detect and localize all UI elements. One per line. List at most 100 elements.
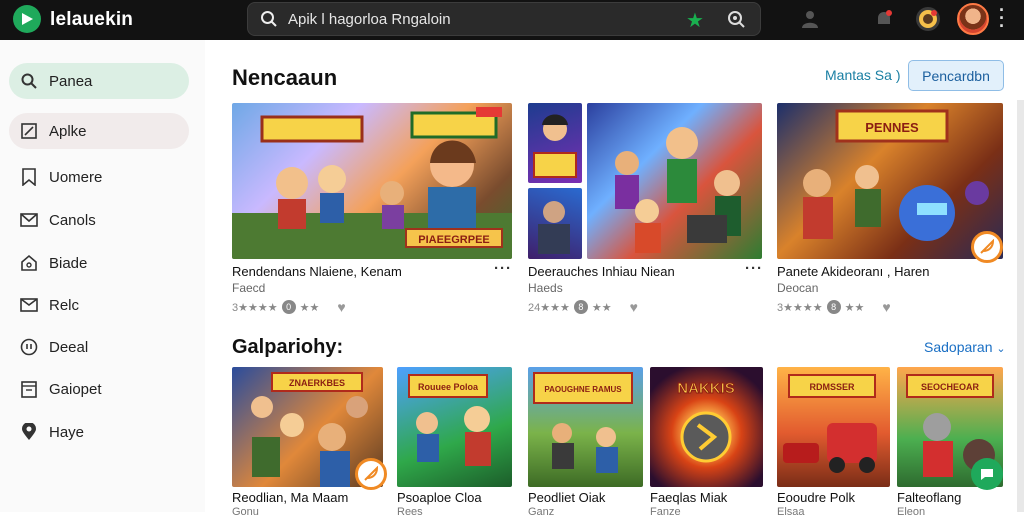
game-card-thumb[interactable] [528,188,582,259]
sidebar-item-deeal[interactable]: Deeal [9,329,189,365]
banner-text: ZNAERKBES [289,378,345,388]
kebab-menu-icon[interactable]: · · · [999,1,1005,35]
game-card-image[interactable]: Rouuee Poloa [397,367,512,487]
card-title[interactable]: Peodliet Oiak [528,490,605,505]
game-card-image[interactable]: NAKKIS [650,367,763,487]
app-logo[interactable] [13,5,41,33]
section-title: Galpariohy: [232,336,344,358]
primary-button[interactable]: Pencardbn [908,60,1004,91]
card-title[interactable]: Panete Akideoranı , Haren [777,264,930,279]
sidebar-item-biade[interactable]: Biade [9,245,189,281]
notification-badge-icon[interactable] [916,7,940,31]
rating-badge: 0 [281,300,296,314]
game-artwork [615,127,741,253]
scrollbar[interactable] [1017,100,1024,512]
sidebar-item-label: Aplke [49,122,87,140]
card-subtitle: Rees [397,506,423,518]
bookmark-icon [19,167,39,187]
rating-stars: 3★★★★ [232,301,278,314]
card-rating: 3★★★★ 0 ★★ ♥ [232,299,346,315]
sidebar-item-panea[interactable]: Panea [9,63,189,99]
see-all-link[interactable]: Sadoparan ⌄ [924,339,1006,355]
game-artwork: PENNES [803,109,989,241]
lens-search-icon[interactable] [726,9,746,34]
link-label: Sadoparan [924,339,993,355]
person-icon[interactable] [798,7,822,31]
game-card-image[interactable]: PAOUGHNE RAMUS [528,367,643,487]
game-artwork [533,114,577,178]
card-title[interactable]: Eooudre Polk [777,490,855,505]
sidebar-item-label: Biade [49,254,88,272]
card-subtitle: Deocan [777,281,819,295]
sidebar-item-haye[interactable]: Haye [9,414,189,450]
rating-badge: 8 [826,300,841,314]
location-icon [19,422,39,442]
card-title[interactable]: Psoaploe Cloa [397,490,482,505]
rating-extra: ★★ [299,301,320,314]
sidebar-item-label: Panea [49,72,93,90]
avatar[interactable] [957,3,989,35]
search-bar[interactable]: Apik l hagorloa Rngaloin ★ [247,2,761,36]
banner-text: SEOCHEOAR [921,382,980,392]
heart-icon[interactable]: ♥ [882,299,890,315]
card-rating: 24★★★ 8 ★★ ♥ [528,299,638,315]
feather-badge-icon[interactable] [971,231,1003,263]
search-icon [260,10,278,33]
more-options-icon[interactable]: ··· [494,260,512,277]
mail-icon [19,210,39,230]
rating-badge: 8 [573,300,588,314]
card-title[interactable]: Rendendans Nlaiene, Kenam [232,264,402,279]
bell-alert-icon[interactable] [872,7,896,31]
apps-icon [19,121,39,141]
sidebar-item-gaiopet[interactable]: Gaiopet [9,371,189,407]
card-subtitle: Haeds [528,281,563,295]
chevron-down-icon: ⌄ [996,343,1006,355]
card-subtitle: Gonu [232,506,259,518]
star-icon[interactable]: ★ [686,8,704,33]
game-artwork: Rouuee Poloa [408,374,491,466]
main-content: Nencaaun Mantas Sa ) Pencardbn PIAEEGRPE… [205,40,1024,518]
home-icon [19,253,39,273]
rating-extra: ★★ [591,301,612,314]
rating-stars: 3★★★★ [777,301,823,314]
sidebar-item-relc[interactable]: Relc [9,287,189,323]
game-card-image[interactable]: RDMSSER [777,367,890,487]
game-artwork: PIAEEGRPEE [232,107,512,259]
sidebar-item-aplke[interactable]: Aplke [9,113,189,149]
banner-text: NAKKIS [677,380,735,397]
card-subtitle: Elsaa [777,506,805,518]
sidebar-item-canols[interactable]: Canols [9,202,189,238]
chat-badge-icon[interactable] [971,458,1003,490]
card-title[interactable]: Reodlian, Ma Maam [232,490,348,505]
game-card-image[interactable]: PENNES [777,103,1003,259]
section-title: Nencaaun [232,65,338,90]
top-bar: lelauekin Apik l hagorloa Rngaloin ★ · · · [0,0,1024,40]
heart-icon[interactable]: ♥ [337,299,345,315]
sidebar-item-label: Gaiopet [49,380,102,398]
more-options-icon[interactable]: ··· [745,260,763,277]
game-card-image[interactable]: PIAEEGRPEE [232,103,512,259]
sidebar-item-uomere[interactable]: Uomere [9,159,189,195]
search-query[interactable]: Apik l hagorloa Rngaloin [288,11,451,28]
calendar-icon [19,379,39,399]
game-card-thumb[interactable] [528,103,582,183]
game-card-image[interactable] [587,103,762,259]
heart-icon[interactable]: ♥ [630,299,638,315]
banner-text: RDMSSER [809,382,855,392]
sidebar-item-label: Canols [49,211,96,229]
card-title[interactable]: Falteoflang [897,490,961,505]
banner-text: Rouuee Poloa [418,382,479,392]
card-subtitle: Eleon [897,506,926,518]
card-subtitle: Faecd [232,281,266,295]
card-title[interactable]: Faeqlas Miak [650,490,727,505]
face-icon [19,337,39,357]
feather-badge-icon[interactable] [355,458,387,490]
envelope-icon [19,295,39,315]
see-more-link[interactable]: Mantas Sa ) [825,67,900,83]
brand-name: lelauekin [50,9,134,30]
sidebar-item-label: Uomere [49,168,103,186]
sidebar-item-label: Deeal [49,338,89,356]
card-title[interactable]: Deerauches Inhiau Niean [528,264,675,279]
card-subtitle: Ganz [528,506,555,518]
game-artwork: PAOUGHNE RAMUS [533,372,633,473]
